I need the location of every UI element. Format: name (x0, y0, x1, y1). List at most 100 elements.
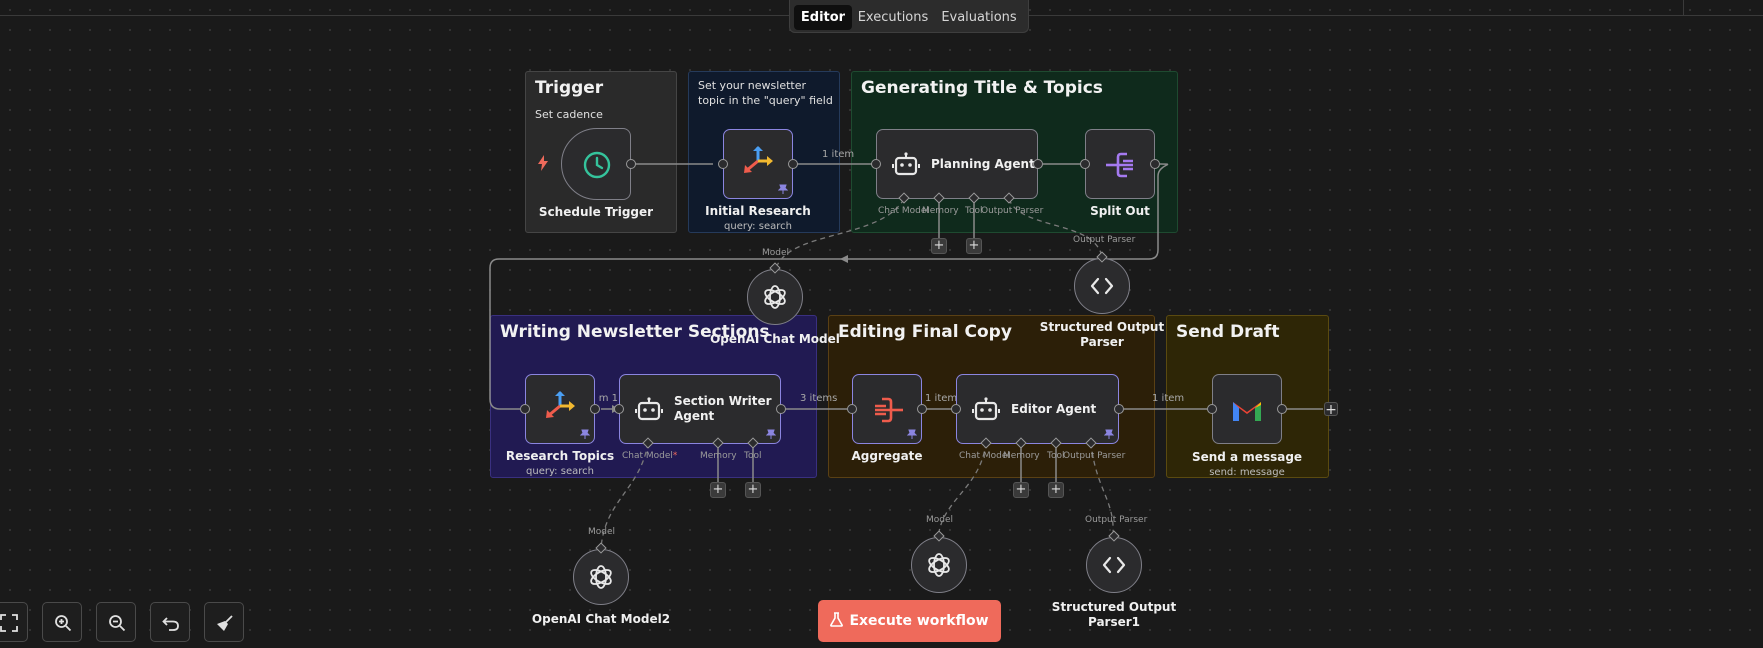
node-label: Initial Research (705, 204, 811, 218)
add-node-button[interactable]: + (1324, 402, 1338, 417)
input-port[interactable] (1207, 404, 1217, 414)
add-memory-button[interactable]: + (710, 482, 726, 498)
node-send-message[interactable] (1212, 374, 1282, 444)
input-port[interactable] (951, 404, 961, 414)
openai-icon (590, 565, 612, 589)
execute-workflow-button[interactable]: Execute workflow (818, 600, 1001, 642)
add-tool-button[interactable]: + (1048, 482, 1064, 498)
pin-icon (778, 184, 788, 194)
split-icon (1106, 152, 1133, 178)
connection-item-count: 1 item (1152, 393, 1185, 404)
node-editor-agent[interactable]: Editor Agent (956, 374, 1119, 444)
connection-item-count: 1 item (822, 149, 855, 160)
output-port[interactable] (788, 159, 798, 169)
node-research-topics[interactable] (525, 374, 595, 444)
node-label: Schedule Trigger (538, 205, 654, 219)
research-icon (744, 146, 773, 173)
output-port[interactable] (1150, 159, 1160, 169)
node-subtitle: send: message (1209, 467, 1285, 478)
undo-icon (162, 617, 179, 631)
output-port[interactable] (1114, 404, 1124, 414)
trigger-bolt-icon (538, 155, 548, 171)
add-tool-button[interactable]: + (745, 482, 761, 498)
robot-icon (972, 397, 1000, 421)
subport-label: Model (762, 248, 790, 258)
output-port[interactable] (776, 404, 786, 414)
pin-icon (580, 429, 590, 439)
node-label: Research Topics (505, 449, 615, 463)
fit-view-icon (0, 614, 18, 632)
output-port[interactable] (626, 159, 636, 169)
add-memory-button[interactable]: + (931, 238, 947, 254)
node-label: Structured Output Parser1 (1051, 600, 1177, 629)
subport-label: Model (926, 515, 954, 525)
wire-arrow (840, 255, 848, 263)
connection-wires (489, 163, 1323, 549)
node-label: Editor Agent (1011, 402, 1097, 416)
robot-icon (635, 397, 663, 421)
pin-icon (1104, 429, 1114, 439)
subport-label: Tool (744, 451, 762, 461)
node-structured-output-parser[interactable] (1074, 258, 1130, 314)
node-label: Split Out (1090, 204, 1150, 218)
input-port[interactable] (718, 159, 728, 169)
add-tool-button[interactable]: + (966, 238, 982, 254)
zoom-in-icon (55, 615, 72, 632)
tidy-up-button[interactable] (204, 602, 244, 642)
fit-view-button[interactable] (0, 602, 28, 642)
node-split-out[interactable] (1085, 129, 1155, 199)
node-label: Structured Output Parser (1039, 320, 1165, 349)
undo-button[interactable] (150, 602, 190, 642)
output-port[interactable] (917, 404, 927, 414)
robot-icon (892, 152, 920, 176)
flask-icon (830, 612, 844, 627)
node-label: OpenAI Chat Model (710, 332, 840, 346)
aggregate-icon (875, 397, 903, 423)
output-port[interactable] (1033, 159, 1043, 169)
input-port[interactable] (614, 404, 624, 414)
input-port[interactable] (871, 159, 881, 169)
node-subtitle: query: search (724, 221, 792, 232)
openai-icon (928, 553, 950, 577)
clock-icon (583, 151, 611, 179)
output-port[interactable] (1277, 404, 1287, 414)
add-memory-button[interactable]: + (1013, 482, 1029, 498)
input-port[interactable] (520, 404, 530, 414)
node-planning-agent[interactable]: Planning Agent (876, 129, 1038, 199)
node-openai-chat-model2[interactable] (573, 549, 629, 605)
node-schedule-trigger[interactable] (561, 128, 631, 200)
openai-icon (764, 285, 786, 309)
subport-label: Output Parser (1063, 451, 1126, 461)
zoom-out-icon (109, 615, 126, 632)
node-label: Aggregate (851, 449, 923, 463)
wire-split-researchtopics (489, 163, 1169, 410)
node-label: Planning Agent (931, 157, 1035, 171)
input-port[interactable] (1080, 159, 1090, 169)
zoom-in-button[interactable] (42, 602, 82, 642)
subport-label: Model (588, 527, 616, 537)
node-section-writer-agent[interactable]: Section Writer Agent (619, 374, 781, 444)
output-port[interactable] (590, 404, 600, 414)
node-label: Send a message (1191, 450, 1303, 464)
execute-workflow-label: Execute workflow (849, 613, 989, 629)
subport-label: Memory (700, 451, 737, 461)
zoom-out-button[interactable] (96, 602, 136, 642)
node-aggregate[interactable] (852, 374, 922, 444)
subport-label: Memory (922, 206, 959, 216)
subport-label: Output Parser (1073, 235, 1136, 245)
subport-label: Chat Model* (622, 451, 678, 461)
code-icon (1102, 556, 1126, 574)
research-icon (546, 391, 575, 418)
node-label: Section Writer Agent (674, 394, 772, 423)
node-openai-chat-model-editor[interactable] (911, 537, 967, 593)
input-port[interactable] (847, 404, 857, 414)
node-initial-research[interactable] (723, 129, 793, 199)
connection-item-count: 1 item (598, 393, 618, 404)
node-structured-output-parser1[interactable] (1086, 537, 1142, 593)
connection-item-count: 3 items (800, 393, 838, 404)
code-icon (1090, 277, 1114, 295)
gmail-icon (1233, 402, 1261, 421)
subport-label: Memory (1003, 451, 1040, 461)
subport-label: Output Parser (981, 206, 1044, 216)
node-openai-chat-model[interactable] (747, 269, 803, 325)
